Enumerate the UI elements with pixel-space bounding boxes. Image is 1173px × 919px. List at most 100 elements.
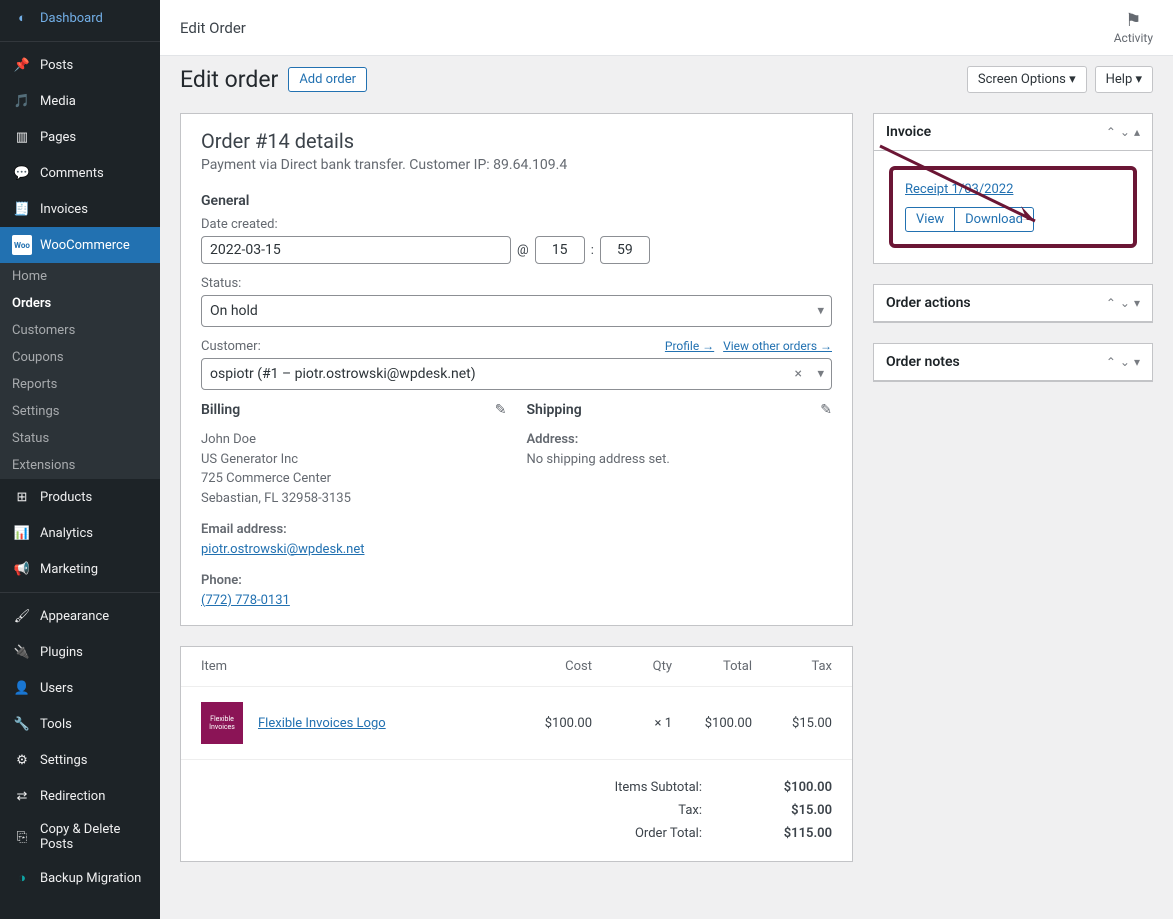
invoice-title: Invoice (886, 124, 931, 140)
woo-submenu: Home Orders Customers Coupons Reports Se… (0, 263, 160, 479)
clear-icon[interactable]: × (795, 366, 802, 382)
marketing-icon: 📢 (12, 559, 32, 579)
add-order-button[interactable]: Add order (288, 67, 367, 92)
sidebar-item-analytics[interactable]: 📊Analytics (0, 515, 160, 551)
billing-city: Sebastian, FL 32958-3135 (201, 489, 507, 509)
sidebar-item-products[interactable]: ⊞Products (0, 479, 160, 515)
col-total: Total (672, 659, 752, 674)
date-created-label: Date created: (201, 217, 832, 232)
email-label: Email address: (201, 520, 507, 540)
help-button[interactable]: Help ▾ (1095, 66, 1153, 93)
product-link[interactable]: Flexible Invoices Logo (258, 716, 386, 731)
copy-icon: ⎘ (12, 827, 32, 847)
shipping-heading: Shipping (527, 402, 833, 418)
products-icon: ⊞ (12, 487, 32, 507)
submenu-home[interactable]: Home (0, 263, 160, 290)
col-tax: Tax (752, 659, 832, 674)
col-qty: Qty (592, 659, 672, 674)
email-link[interactable]: piotr.ostrowski@wpdesk.net (201, 542, 365, 557)
order-title: Order #14 details (201, 129, 832, 153)
plug-icon: 🔌 (12, 642, 32, 662)
sidebar-item-marketing[interactable]: 📢Marketing (0, 551, 160, 587)
submenu-extensions[interactable]: Extensions (0, 452, 160, 479)
general-label: General (201, 193, 832, 209)
sidebar-item-woocommerce[interactable]: WooWooCommerce (0, 227, 160, 263)
sidebar-item-redirection[interactable]: ⇄Redirection (0, 778, 160, 814)
submenu-status[interactable]: Status (0, 425, 160, 452)
receipt-link[interactable]: Receipt 1/03/2022 (905, 182, 1121, 197)
sidebar-item-media[interactable]: 🎵Media (0, 83, 160, 119)
submenu-settings[interactable]: Settings (0, 398, 160, 425)
sidebar-item-backup[interactable]: ◑Backup Migration (0, 860, 160, 896)
brush-icon: 🖌 (12, 606, 32, 626)
order-subtitle: Payment via Direct bank transfer. Custom… (201, 157, 832, 173)
sidebar-item-dashboard[interactable]: ◐Dashboard (0, 0, 160, 36)
view-button[interactable]: View (905, 207, 955, 232)
submenu-orders[interactable]: Orders (0, 290, 160, 317)
tools-icon: 🔧 (12, 714, 32, 734)
sidebar-item-appearance[interactable]: 🖌Appearance (0, 598, 160, 634)
download-button[interactable]: Download (955, 207, 1034, 232)
order-actions-panel: Order actions ⌃ ⌄ ▾ (873, 284, 1153, 323)
sidebar-item-invoices[interactable]: 🧾Invoices (0, 191, 160, 227)
billing-company: US Generator Inc (201, 450, 507, 470)
view-orders-link[interactable]: View other orders → (723, 339, 832, 353)
sidebar-item-posts[interactable]: 📌Posts (0, 47, 160, 83)
page-title: Edit order (180, 66, 278, 93)
invoice-highlight: Receipt 1/03/2022 View Download (889, 166, 1137, 248)
media-icon: 🎵 (12, 91, 32, 111)
pin-icon: 📌 (12, 55, 32, 75)
phone-link[interactable]: (772) 778-0131 (201, 593, 290, 608)
item-row: FlexibleInvoices Flexible Invoices Logo … (181, 686, 852, 759)
toggle-icon[interactable]: ▾ (1134, 355, 1140, 369)
move-down-icon[interactable]: ⌄ (1120, 355, 1130, 369)
edit-shipping-icon[interactable]: ✎ (820, 402, 832, 418)
sidebar-item-copy-delete[interactable]: ⎘Copy & Delete Posts (0, 814, 160, 860)
phone-label: Phone: (201, 571, 507, 591)
col-cost: Cost (512, 659, 592, 674)
move-down-icon[interactable]: ⌄ (1120, 296, 1130, 310)
submenu-reports[interactable]: Reports (0, 371, 160, 398)
activity-button[interactable]: ⚑ Activity (1114, 10, 1153, 45)
col-item: Item (201, 659, 512, 674)
toggle-icon[interactable]: ▾ (1134, 296, 1140, 310)
customer-select[interactable]: ospiotr (#1 – piotr.ostrowski@wpdesk.net… (201, 358, 832, 390)
sidebar-item-users[interactable]: 👤Users (0, 670, 160, 706)
sidebar-item-settings[interactable]: ⚙Settings (0, 742, 160, 778)
billing-street: 725 Commerce Center (201, 469, 507, 489)
flag-icon: ⚑ (1114, 10, 1153, 31)
customer-label: Customer: (201, 339, 261, 354)
analytics-icon: 📊 (12, 523, 32, 543)
dashboard-icon: ◐ (12, 8, 32, 28)
submenu-coupons[interactable]: Coupons (0, 344, 160, 371)
shipping-addr-label: Address: (527, 430, 833, 450)
edit-billing-icon[interactable]: ✎ (495, 402, 507, 418)
submenu-customers[interactable]: Customers (0, 317, 160, 344)
status-label: Status: (201, 276, 832, 291)
order-actions-title: Order actions (886, 295, 971, 311)
sidebar-item-pages[interactable]: ▥Pages (0, 119, 160, 155)
billing-name: John Doe (201, 430, 507, 450)
sidebar-item-plugins[interactable]: 🔌Plugins (0, 634, 160, 670)
sidebar-item-tools[interactable]: 🔧Tools (0, 706, 160, 742)
users-icon: 👤 (12, 678, 32, 698)
no-shipping-text: No shipping address set. (527, 450, 833, 470)
toggle-icon[interactable]: ▴ (1134, 125, 1140, 139)
move-up-icon[interactable]: ⌃ (1106, 125, 1116, 139)
status-select[interactable]: On hold (201, 295, 832, 327)
move-up-icon[interactable]: ⌃ (1106, 296, 1116, 310)
product-thumb: FlexibleInvoices (201, 702, 243, 744)
move-up-icon[interactable]: ⌃ (1106, 355, 1116, 369)
order-notes-panel: Order notes ⌃ ⌄ ▾ (873, 343, 1153, 382)
woo-icon: Woo (12, 235, 32, 255)
topbar: Edit Order ⚑ Activity (160, 0, 1173, 56)
date-input[interactable] (201, 236, 511, 264)
pages-icon: ▥ (12, 127, 32, 147)
minute-input[interactable] (600, 236, 650, 264)
screen-options-button[interactable]: Screen Options ▾ (967, 66, 1087, 93)
invoice-icon: 🧾 (12, 199, 32, 219)
sidebar-item-comments[interactable]: 💬Comments (0, 155, 160, 191)
hour-input[interactable] (535, 236, 585, 264)
profile-link[interactable]: Profile → (665, 339, 714, 353)
move-down-icon[interactable]: ⌄ (1120, 125, 1130, 139)
